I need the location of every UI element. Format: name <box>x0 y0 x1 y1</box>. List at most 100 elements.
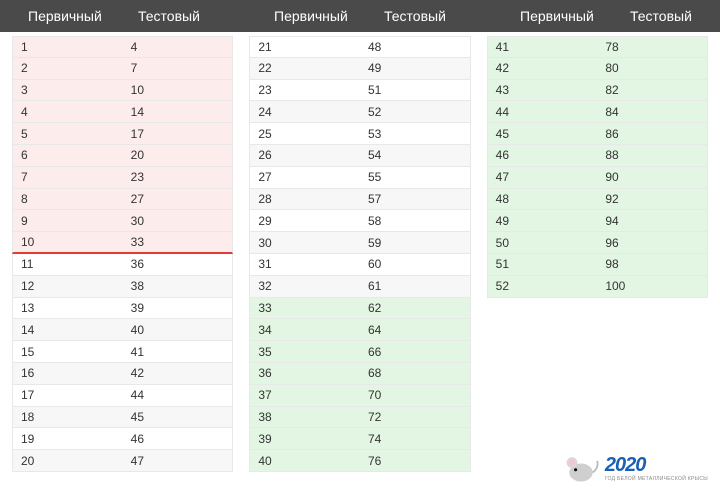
test-cell: 49 <box>360 61 470 75</box>
test-cell: 90 <box>597 170 707 184</box>
test-cell: 10 <box>123 83 233 97</box>
test-cell: 52 <box>360 105 470 119</box>
test-cell: 38 <box>123 279 233 293</box>
table-row: 1339 <box>12 298 233 320</box>
test-cell: 98 <box>597 257 707 271</box>
test-cell: 54 <box>360 148 470 162</box>
table-row: 4280 <box>487 58 708 80</box>
primary-cell: 33 <box>250 301 360 315</box>
primary-cell: 27 <box>250 170 360 184</box>
primary-cell: 2 <box>13 61 123 75</box>
table-row: 2452 <box>249 101 470 123</box>
table-row: 3668 <box>249 363 470 385</box>
table-row: 1744 <box>12 385 233 407</box>
test-cell: 7 <box>123 61 233 75</box>
test-cell: 62 <box>360 301 470 315</box>
primary-cell: 13 <box>13 301 123 315</box>
table-row: 3059 <box>249 232 470 254</box>
table-row: 1642 <box>12 363 233 385</box>
test-cell: 53 <box>360 127 470 141</box>
test-cell: 33 <box>123 235 233 249</box>
table-row: 2654 <box>249 145 470 167</box>
test-cell: 74 <box>360 432 470 446</box>
test-cell: 100 <box>597 279 707 293</box>
mouse-icon <box>563 450 599 486</box>
test-cell: 45 <box>123 410 233 424</box>
test-cell: 72 <box>360 410 470 424</box>
test-cell: 70 <box>360 388 470 402</box>
primary-cell: 5 <box>13 127 123 141</box>
table-row: 620 <box>12 145 233 167</box>
table-row: 2249 <box>249 58 470 80</box>
header-primary-1: Первичный <box>20 8 130 24</box>
score-table-3: 4178428043824484458646884790489249945096… <box>487 36 708 472</box>
table-row: 930 <box>12 210 233 232</box>
watermark-year: 2020 <box>605 455 646 475</box>
test-cell: 48 <box>360 40 470 54</box>
primary-cell: 31 <box>250 257 360 271</box>
table-row: 4484 <box>487 101 708 123</box>
primary-cell: 25 <box>250 127 360 141</box>
table-row: 4994 <box>487 210 708 232</box>
test-cell: 23 <box>123 170 233 184</box>
test-cell: 80 <box>597 61 707 75</box>
primary-cell: 21 <box>250 40 360 54</box>
primary-cell: 26 <box>250 148 360 162</box>
table-row: 414 <box>12 101 233 123</box>
header-primary-3: Первичный <box>512 8 622 24</box>
test-cell: 86 <box>597 127 707 141</box>
primary-cell: 4 <box>13 105 123 119</box>
primary-cell: 6 <box>13 148 123 162</box>
table-row: 1033 <box>12 232 233 254</box>
primary-cell: 35 <box>250 345 360 359</box>
primary-cell: 3 <box>13 83 123 97</box>
test-cell: 46 <box>123 432 233 446</box>
test-cell: 42 <box>123 366 233 380</box>
test-cell: 41 <box>123 345 233 359</box>
table-row: 3770 <box>249 385 470 407</box>
header-primary-2: Первичный <box>266 8 376 24</box>
table-row: 3261 <box>249 276 470 298</box>
primary-cell: 20 <box>13 454 123 468</box>
primary-cell: 9 <box>13 214 123 228</box>
table-row: 27 <box>12 58 233 80</box>
test-cell: 76 <box>360 454 470 468</box>
primary-cell: 29 <box>250 214 360 228</box>
test-cell: 51 <box>360 83 470 97</box>
primary-cell: 32 <box>250 279 360 293</box>
table-row: 2755 <box>249 167 470 189</box>
primary-cell: 17 <box>13 388 123 402</box>
primary-cell: 46 <box>488 148 598 162</box>
table-row: 4076 <box>249 450 470 472</box>
primary-cell: 43 <box>488 83 598 97</box>
primary-cell: 1 <box>13 40 123 54</box>
table-row: 723 <box>12 167 233 189</box>
primary-cell: 23 <box>250 83 360 97</box>
table-row: 3872 <box>249 407 470 429</box>
primary-cell: 50 <box>488 236 598 250</box>
primary-cell: 52 <box>488 279 598 293</box>
test-cell: 30 <box>123 214 233 228</box>
primary-cell: 8 <box>13 192 123 206</box>
test-cell: 59 <box>360 236 470 250</box>
table-row: 52100 <box>487 276 708 298</box>
table-row: 2958 <box>249 210 470 232</box>
table-row: 2047 <box>12 450 233 472</box>
test-cell: 40 <box>123 323 233 337</box>
test-cell: 64 <box>360 323 470 337</box>
score-table-2: 2148224923512452255326542755285729583059… <box>249 36 470 472</box>
table-row: 3160 <box>249 254 470 276</box>
primary-cell: 42 <box>488 61 598 75</box>
primary-cell: 34 <box>250 323 360 337</box>
primary-cell: 37 <box>250 388 360 402</box>
test-cell: 4 <box>123 40 233 54</box>
primary-cell: 14 <box>13 323 123 337</box>
table-row: 1238 <box>12 276 233 298</box>
primary-cell: 48 <box>488 192 598 206</box>
primary-cell: 49 <box>488 214 598 228</box>
table-row: 3566 <box>249 341 470 363</box>
test-cell: 66 <box>360 345 470 359</box>
primary-cell: 30 <box>250 236 360 250</box>
test-cell: 68 <box>360 366 470 380</box>
primary-cell: 39 <box>250 432 360 446</box>
